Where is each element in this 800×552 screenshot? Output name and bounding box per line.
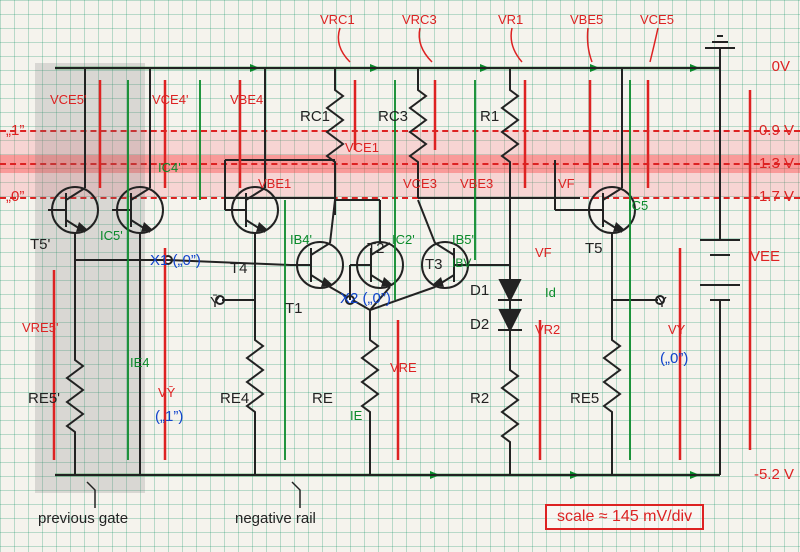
annot-hooks [0,0,800,552]
